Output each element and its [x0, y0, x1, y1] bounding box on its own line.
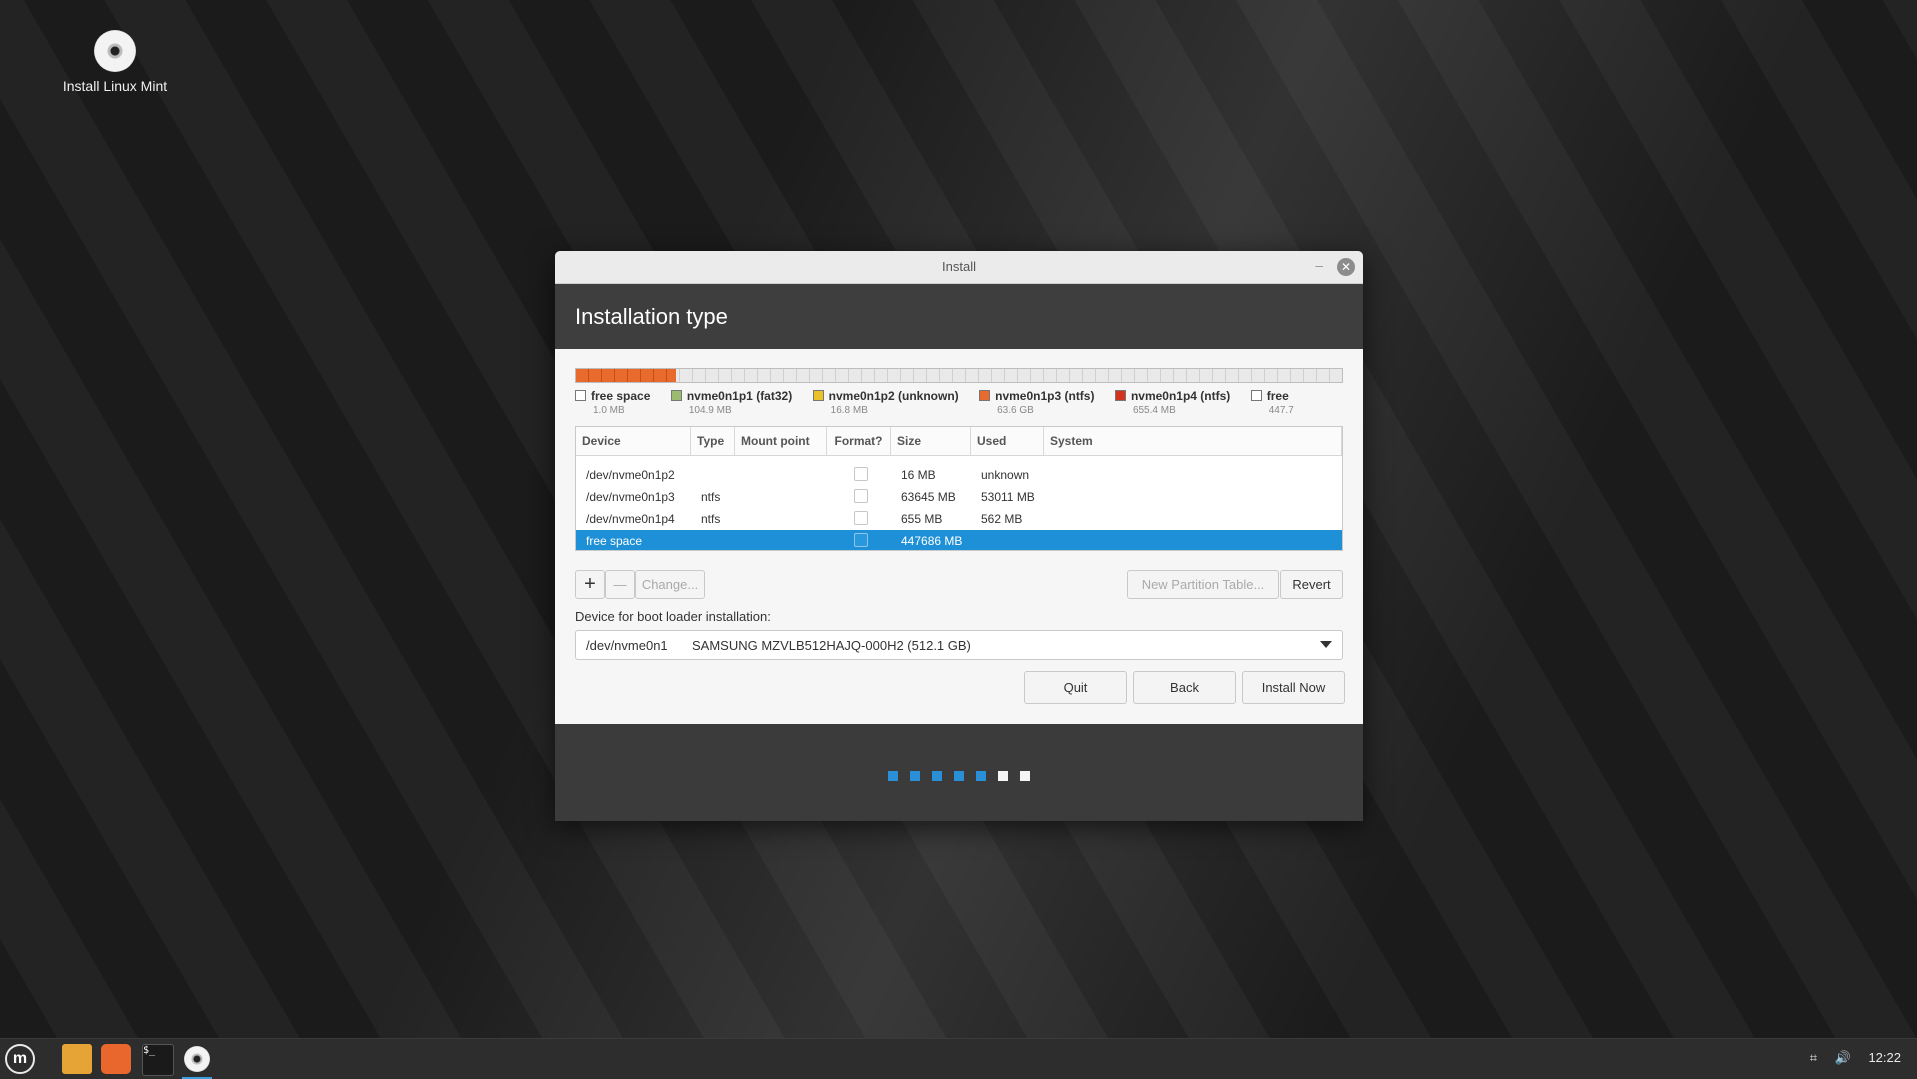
- table-row[interactable]: /dev/nvme0n1p4 ntfs 655 MB 562 MB: [576, 508, 1342, 530]
- add-partition-button[interactable]: +: [575, 570, 605, 599]
- column-header-size[interactable]: Size: [891, 427, 971, 455]
- legend-swatch: [812, 390, 824, 401]
- column-header-mount-point[interactable]: Mount point: [735, 427, 827, 455]
- page-title: Installation type: [575, 304, 728, 329]
- legend-swatch: [1114, 390, 1126, 401]
- legend-item: nvme0n1p1 (fat32) 104.9 MB: [670, 389, 792, 416]
- table-row[interactable]: /dev/nvme0n1p3 ntfs 63645 MB 53011 MB: [576, 486, 1342, 508]
- quit-button[interactable]: Quit: [1024, 671, 1127, 704]
- column-header-device[interactable]: Device: [576, 427, 691, 455]
- close-icon: ✕: [1340, 260, 1352, 274]
- progress-step: [910, 771, 920, 781]
- change-partition-button[interactable]: Change...: [635, 570, 705, 599]
- content-area: free space 1.0 MB nvme0n1p1 (fat32) 104.…: [555, 349, 1363, 724]
- progress-steps: [555, 768, 1363, 786]
- legend-swatch: [1250, 390, 1262, 401]
- disk-usage-bar-used: [576, 369, 676, 382]
- window-title: Install: [942, 259, 976, 274]
- disc-icon: [184, 1046, 210, 1072]
- format-checkbox[interactable]: [854, 488, 868, 503]
- bootloader-label: Device for boot loader installation:: [575, 609, 771, 624]
- chevron-down-icon: [1320, 641, 1332, 648]
- new-partition-table-button[interactable]: New Partition Table...: [1127, 570, 1279, 599]
- column-header-system[interactable]: System: [1044, 427, 1342, 455]
- install-now-button[interactable]: Install Now: [1242, 671, 1345, 704]
- progress-step: [888, 771, 898, 781]
- format-checkbox[interactable]: [854, 510, 868, 525]
- clock[interactable]: 12:22: [1868, 1050, 1901, 1065]
- revert-button[interactable]: Revert: [1280, 570, 1343, 599]
- firefox-icon[interactable]: [101, 1044, 131, 1074]
- terminal-icon[interactable]: $_: [142, 1044, 174, 1076]
- partition-legend: free space 1.0 MB nvme0n1p1 (fat32) 104.…: [575, 389, 1343, 419]
- table-row-selected[interactable]: free space 447686 MB: [576, 530, 1342, 550]
- remove-partition-button[interactable]: —: [605, 570, 635, 599]
- column-header-type[interactable]: Type: [691, 427, 735, 455]
- installer-taskbar-icon[interactable]: [182, 1044, 212, 1074]
- page-header: Installation type: [555, 284, 1363, 349]
- desktop-icon-label: Install Linux Mint: [62, 78, 168, 94]
- legend-item: nvme0n1p4 (ntfs) 655.4 MB: [1114, 389, 1230, 416]
- bootloader-device: /dev/nvme0n1: [586, 638, 668, 653]
- table-row[interactable]: /dev/nvme0n1p2 16 MB unknown: [576, 464, 1342, 486]
- progress-step: [932, 771, 942, 781]
- column-header-used[interactable]: Used: [971, 427, 1044, 455]
- legend-item: free 447.7: [1250, 389, 1294, 416]
- legend-item: free space 1.0 MB: [575, 389, 650, 416]
- legend-item: nvme0n1p2 (unknown) 16.8 MB: [812, 389, 959, 416]
- volume-icon[interactable]: 🔊: [1835, 1050, 1851, 1065]
- bootloader-device-select[interactable]: /dev/nvme0n1 SAMSUNG MZVLB512HAJQ-000H2 …: [575, 630, 1343, 660]
- close-button[interactable]: ✕: [1337, 258, 1355, 276]
- folder-icon[interactable]: [62, 1044, 92, 1074]
- table-header: Device Type Mount point Format? Size Use…: [576, 427, 1342, 456]
- progress-step: [976, 771, 986, 781]
- network-icon[interactable]: ⌗: [1810, 1050, 1817, 1065]
- menu-button[interactable]: m: [5, 1044, 35, 1074]
- table-body: /dev/nvme0n1p2 16 MB unknown /dev/nvme0n…: [576, 456, 1342, 550]
- system-tray: ⌗ 🔊 12:22: [1796, 1050, 1901, 1066]
- column-header-format[interactable]: Format?: [827, 427, 891, 455]
- install-window: Install – ✕ Installation type free space…: [555, 251, 1363, 821]
- legend-swatch: [575, 390, 586, 401]
- progress-step: [998, 771, 1008, 781]
- legend-swatch: [979, 390, 991, 401]
- window-titlebar[interactable]: Install – ✕: [555, 251, 1363, 284]
- format-checkbox[interactable]: [854, 466, 868, 481]
- taskbar: m $_ ⌗ 🔊 12:22: [0, 1038, 1917, 1079]
- desktop-icon-install-linux-mint[interactable]: Install Linux Mint: [55, 30, 175, 94]
- progress-step: [954, 771, 964, 781]
- legend-swatch: [670, 390, 682, 401]
- disc-icon: [94, 30, 136, 72]
- progress-step: [1020, 771, 1030, 781]
- disk-usage-bar: [575, 368, 1343, 383]
- minimize-button[interactable]: –: [1315, 257, 1323, 273]
- table-row-partial[interactable]: [576, 456, 1342, 464]
- bootloader-model: SAMSUNG MZVLB512HAJQ-000H2 (512.1 GB): [692, 638, 971, 653]
- back-button[interactable]: Back: [1133, 671, 1236, 704]
- partition-table[interactable]: Device Type Mount point Format? Size Use…: [575, 426, 1343, 551]
- format-checkbox[interactable]: [854, 532, 868, 547]
- legend-item: nvme0n1p3 (ntfs) 63.6 GB: [979, 389, 1094, 416]
